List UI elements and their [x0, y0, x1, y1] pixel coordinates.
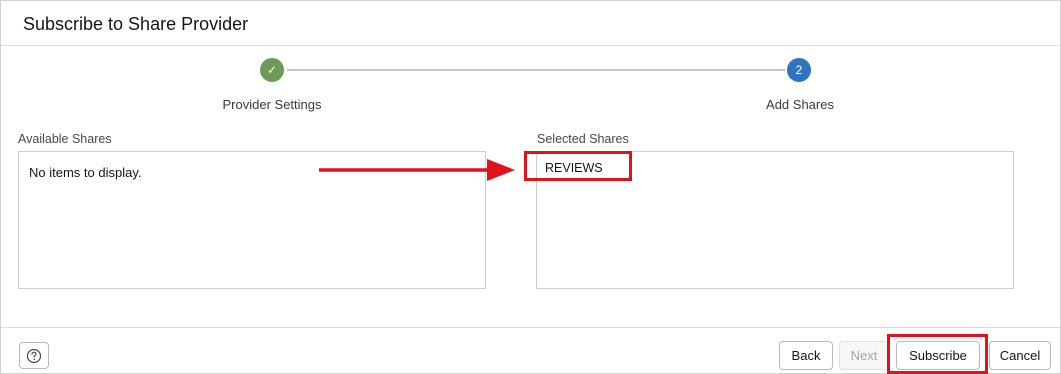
step-1-label[interactable]: Provider Settings [172, 97, 372, 112]
selected-shares-title: Selected Shares [537, 132, 629, 146]
step-2-label[interactable]: Add Shares [700, 97, 900, 112]
step-2-indicator[interactable]: 2 [787, 58, 811, 82]
stepper-connector [287, 69, 785, 71]
empty-list-message: No items to display. [29, 165, 142, 180]
annotation-arrow-icon [319, 159, 515, 181]
step-1-indicator[interactable]: ✓ [260, 58, 284, 82]
help-button[interactable] [19, 342, 49, 369]
step-number: 2 [795, 63, 803, 77]
available-shares-title: Available Shares [18, 132, 112, 146]
footer-divider [1, 327, 1060, 328]
subscribe-highlight [887, 334, 988, 374]
dialog-header: Subscribe to Share Provider [1, 1, 1060, 46]
back-button[interactable]: Back [779, 341, 833, 370]
subscribe-dialog: Subscribe to Share Provider ✓ 2 Provider… [0, 0, 1061, 374]
reviews-highlight [524, 151, 632, 181]
dialog-title: Subscribe to Share Provider [23, 14, 249, 34]
question-circle-icon [26, 348, 42, 363]
next-button[interactable]: Next [839, 341, 889, 370]
cancel-button[interactable]: Cancel [989, 341, 1051, 370]
check-icon: ✓ [266, 63, 278, 77]
